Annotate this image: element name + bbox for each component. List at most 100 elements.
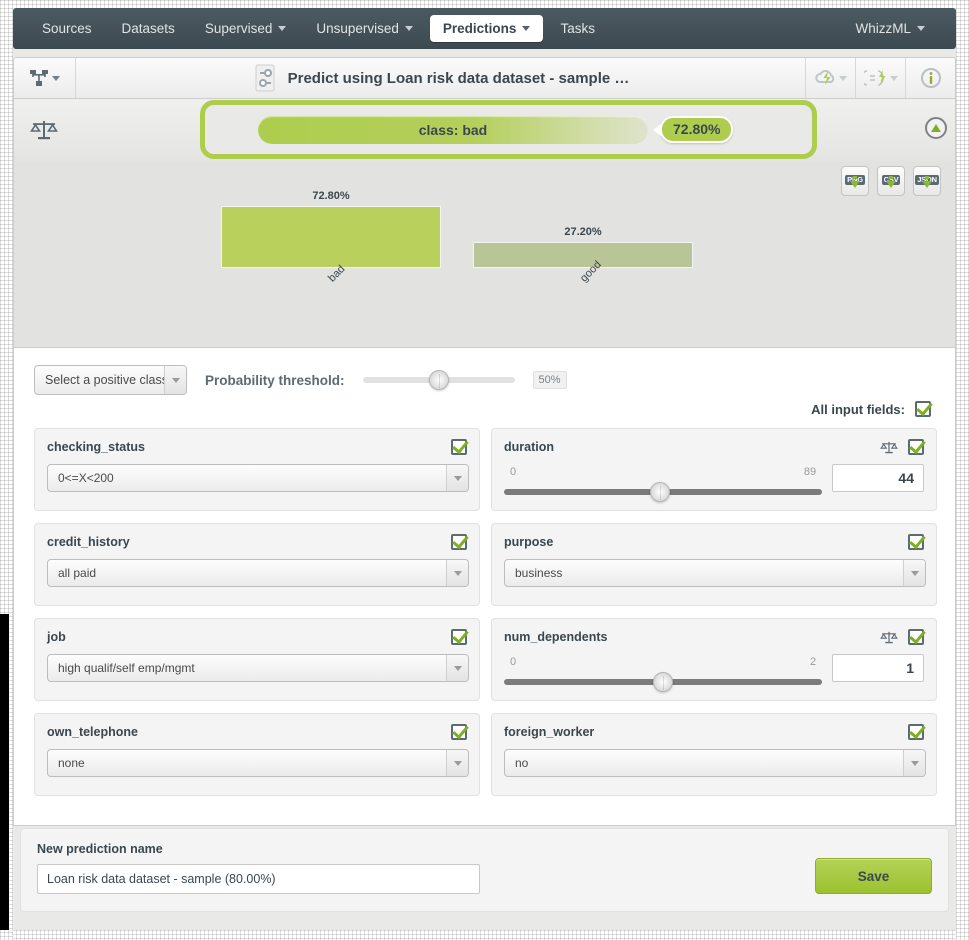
balance-scale-icon[interactable] <box>880 440 898 455</box>
field-value: business <box>515 566 563 580</box>
field-value-select[interactable]: 0<=X<200 <box>47 464 469 492</box>
chevron-down-icon <box>889 75 898 81</box>
field-label: job <box>47 630 66 644</box>
all-input-fields-checkbox[interactable] <box>915 401 931 417</box>
chart-bar-group: 27.20% good <box>473 226 693 290</box>
model-type-menu-button[interactable] <box>14 58 76 98</box>
field-card-num_dependents: num_dependents 0 2 1 <box>491 618 937 701</box>
numeric-slider-column: 0 2 <box>504 654 823 692</box>
field-value: none <box>58 756 85 770</box>
positive-class-select[interactable]: Select a positive class <box>34 365 187 395</box>
export-json-button[interactable]: JSON <box>913 166 941 196</box>
numeric-range: 0 89 <box>504 466 822 482</box>
nav-item-datasets[interactable]: Datasets <box>109 15 188 42</box>
field-value-select[interactable]: business <box>504 559 926 587</box>
titlebar-actions <box>805 58 955 98</box>
bigml-prediction-page: Sources Datasets Supervised Unsupervised… <box>0 0 969 940</box>
prediction-form-area: Select a positive class Probability thre… <box>13 348 956 826</box>
field-enabled-checkbox[interactable] <box>908 724 924 740</box>
slider-knob[interactable] <box>649 482 670 502</box>
chart-bar[interactable] <box>221 206 441 268</box>
export-png-button[interactable]: PNG <box>841 166 869 196</box>
input-fields-grid: checking_status 0<=X<200 duration 0 89 4… <box>34 428 937 796</box>
field-header: credit_history <box>47 534 467 550</box>
field-card-checking_status: checking_status 0<=X<200 <box>34 428 480 511</box>
chart-bar[interactable] <box>473 242 693 268</box>
field-enabled-checkbox[interactable] <box>451 534 467 550</box>
nav-label: Unsupervised <box>316 21 399 36</box>
numeric-field-body: 0 89 44 <box>504 464 924 502</box>
field-label: duration <box>504 440 554 454</box>
field-value: high qualif/self emp/mgmt <box>58 661 195 675</box>
all-input-fields-row: All input fields: <box>811 401 931 417</box>
nav-item-whizzml[interactable]: WhizzML <box>842 15 938 42</box>
numeric-slider[interactable] <box>504 482 823 502</box>
slider-knob[interactable] <box>653 672 674 692</box>
field-header: duration <box>504 439 924 455</box>
chevron-down-icon <box>903 750 925 776</box>
chevron-down-icon <box>917 26 925 31</box>
field-value: 0<=X<200 <box>58 471 114 485</box>
nav-item-unsupervised[interactable]: Unsupervised <box>303 15 426 42</box>
bar-value-label: 27.20% <box>564 226 602 238</box>
main-navigation-bar: Sources Datasets Supervised Unsupervised… <box>13 8 956 49</box>
nav-item-tasks[interactable]: Tasks <box>547 15 608 42</box>
export-csv-button[interactable]: CSV <box>877 166 905 196</box>
balance-scale-button[interactable] <box>14 118 74 142</box>
field-label: num_dependents <box>504 630 608 644</box>
save-prediction-panel: New prediction name Loan risk data datas… <box>20 828 949 912</box>
collapse-circle-icon[interactable] <box>925 117 947 139</box>
field-value-select[interactable]: high qualif/self emp/mgmt <box>47 654 469 682</box>
prediction-controls-row: Select a positive class Probability thre… <box>34 365 567 395</box>
numeric-min: 0 <box>510 656 517 668</box>
field-card-own_telephone: own_telephone none <box>34 713 480 796</box>
lightning-cloud-button[interactable] <box>805 58 855 98</box>
page-title: Predict using Loan risk data dataset - s… <box>287 69 630 87</box>
field-enabled-checkbox[interactable] <box>451 629 467 645</box>
field-header: own_telephone <box>47 724 467 740</box>
field-header: foreign_worker <box>504 724 924 740</box>
page-background-bottom <box>0 930 969 940</box>
numeric-value-input[interactable]: 1 <box>832 654 924 682</box>
slider-knob[interactable] <box>428 370 449 390</box>
prediction-probability-badge: 72.80% <box>660 116 734 143</box>
new-prediction-name-input[interactable]: Loan risk data dataset - sample (80.00%) <box>37 864 480 894</box>
field-header-icons <box>451 724 467 740</box>
field-enabled-checkbox[interactable] <box>908 439 924 455</box>
page-background-right <box>956 0 969 940</box>
field-header-icons <box>451 629 467 645</box>
field-enabled-checkbox[interactable] <box>451 439 467 455</box>
numeric-slider[interactable] <box>504 672 823 692</box>
nav-item-sources[interactable]: Sources <box>29 15 105 42</box>
probability-threshold-value: 50% <box>532 371 567 389</box>
probability-threshold-slider[interactable] <box>362 370 515 390</box>
numeric-min: 0 <box>510 466 517 478</box>
resource-title-bar: Predict using Loan risk data dataset - s… <box>13 57 956 99</box>
field-value-select[interactable]: none <box>47 749 469 777</box>
download-stem <box>925 175 929 179</box>
field-value-select[interactable]: all paid <box>47 559 469 587</box>
field-label: purpose <box>504 535 554 549</box>
field-header-icons <box>880 439 924 455</box>
chevron-down-icon <box>446 465 468 491</box>
nav-item-supervised[interactable]: Supervised <box>192 15 300 42</box>
field-enabled-checkbox[interactable] <box>908 629 924 645</box>
download-arrow-icon <box>850 180 860 188</box>
field-value-select[interactable]: no <box>504 749 926 777</box>
nav-item-predictions[interactable]: Predictions <box>429 15 544 42</box>
field-header-icons <box>908 534 924 550</box>
field-enabled-checkbox[interactable] <box>908 534 924 550</box>
field-header: checking_status <box>47 439 467 455</box>
chevron-down-icon <box>522 26 531 31</box>
batch-prediction-icon <box>863 68 888 88</box>
nav-label: Datasets <box>121 21 175 36</box>
field-header: purpose <box>504 534 924 550</box>
field-value: no <box>515 756 529 770</box>
info-button[interactable] <box>905 58 955 98</box>
balance-scale-icon[interactable] <box>880 630 898 645</box>
field-enabled-checkbox[interactable] <box>451 724 467 740</box>
save-button[interactable]: Save <box>815 858 932 894</box>
batch-prediction-button[interactable] <box>855 58 905 98</box>
bar-value-label: 72.80% <box>312 190 350 202</box>
numeric-value-input[interactable]: 44 <box>832 464 924 492</box>
